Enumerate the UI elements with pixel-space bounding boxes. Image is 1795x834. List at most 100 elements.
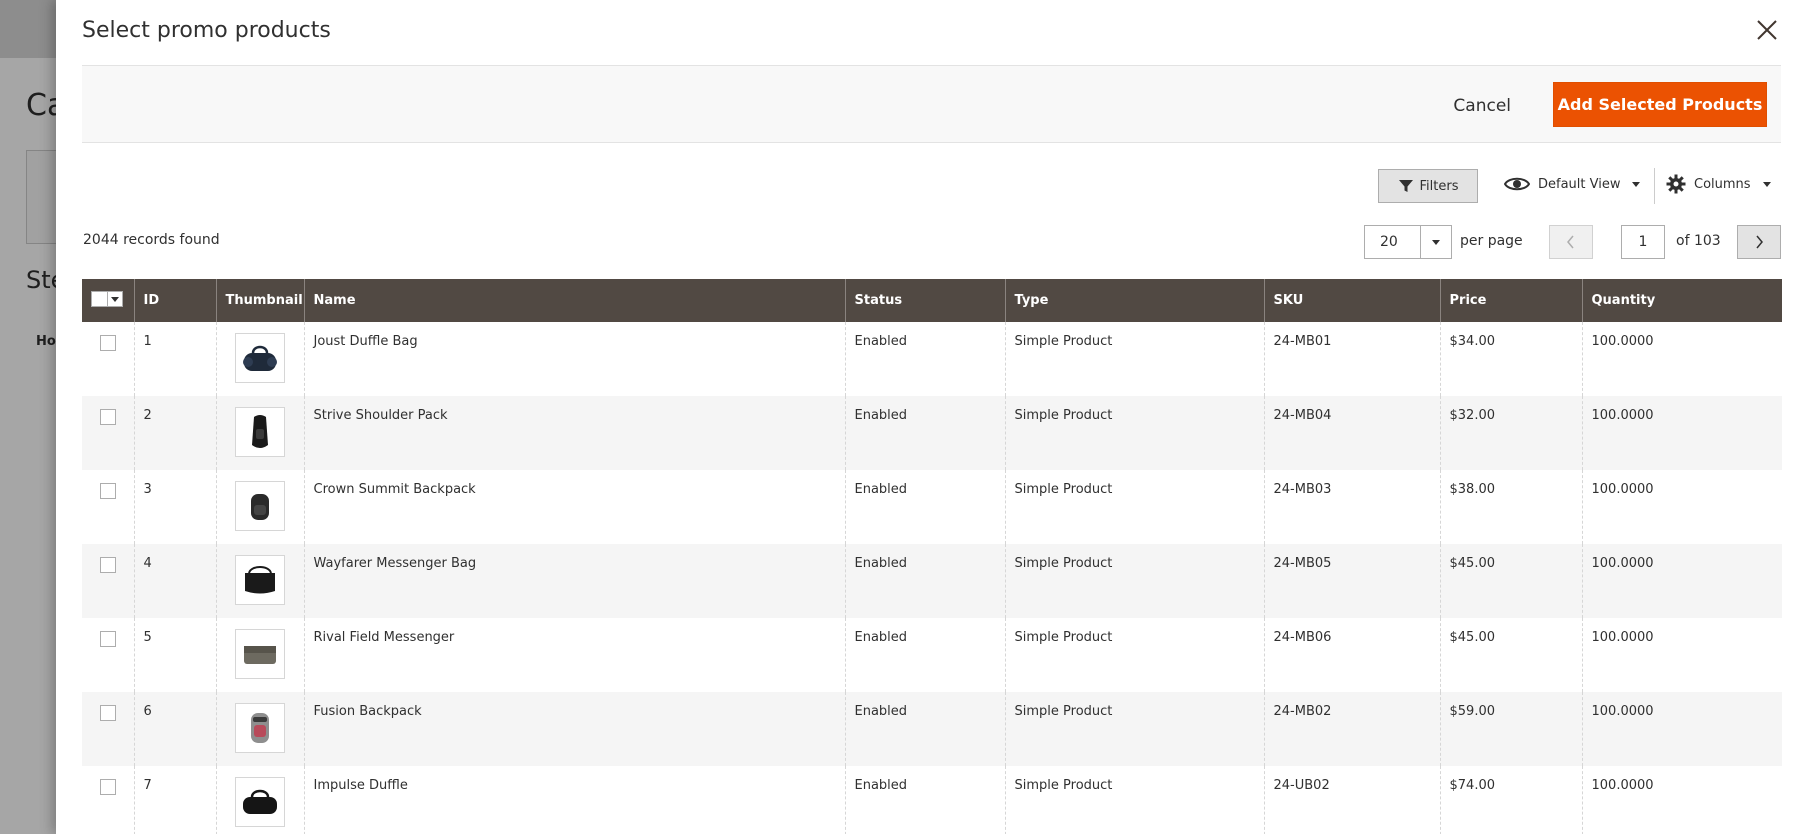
product-thumbnail[interactable]: [234, 555, 285, 605]
cell-type: Simple Product: [1005, 544, 1265, 618]
cell-status: Enabled: [845, 692, 1006, 766]
cell-type: Simple Product: [1005, 396, 1265, 470]
mass-select-checkbox[interactable]: [92, 292, 108, 306]
next-page-button[interactable]: [1737, 225, 1781, 259]
eye-icon: [1504, 177, 1530, 191]
duffle-bag-icon: [242, 345, 277, 371]
cell-quantity: 100.0000: [1582, 396, 1782, 470]
cell-status: Enabled: [845, 618, 1006, 692]
close-icon: [1757, 20, 1777, 40]
toolbar-divider: [1654, 168, 1655, 204]
cell-name: Impulse Duffle: [304, 766, 846, 834]
row-checkbox[interactable]: [100, 409, 116, 425]
row-checkbox[interactable]: [100, 557, 116, 573]
cell-sku: 24-MB04: [1264, 396, 1441, 470]
close-button[interactable]: [1753, 16, 1781, 44]
chevron-down-icon: [1632, 181, 1641, 187]
cell-quantity: 100.0000: [1582, 544, 1782, 618]
column-header-quantity[interactable]: Quantity: [1582, 279, 1782, 322]
cell-name: Rival Field Messenger: [304, 618, 846, 692]
records-found: 2044 records found: [83, 232, 220, 248]
funnel-icon: [1398, 180, 1413, 192]
product-thumbnail[interactable]: [234, 629, 285, 679]
table-row[interactable]: 5 Rival Field Messenger Enabled Simple P…: [82, 618, 1782, 692]
table-row[interactable]: 1 Joust Duffle Bag Enabled Simple Produc…: [82, 322, 1782, 396]
cell-name: Wayfarer Messenger Bag: [304, 544, 846, 618]
table-row[interactable]: 4 Wayfarer Messenger Bag Enabled Simple …: [82, 544, 1782, 618]
product-thumbnail[interactable]: [234, 703, 285, 753]
cell-status: Enabled: [845, 322, 1006, 396]
row-checkbox[interactable]: [100, 483, 116, 499]
default-view-dropdown[interactable]: Default View: [1504, 174, 1641, 194]
table-row[interactable]: 6 Fusion Backpack Enabled Simple Product…: [82, 692, 1782, 766]
per-page-toggle[interactable]: [1420, 226, 1451, 258]
per-page-select[interactable]: 20: [1364, 225, 1452, 259]
row-checkbox[interactable]: [100, 335, 116, 351]
row-checkbox[interactable]: [100, 779, 116, 795]
cell-name: Strive Shoulder Pack: [304, 396, 846, 470]
product-thumbnail[interactable]: [234, 333, 285, 383]
columns-label: Columns: [1694, 176, 1751, 192]
cell-sku: 24-MB05: [1264, 544, 1441, 618]
column-header-id[interactable]: ID: [134, 279, 217, 322]
cell-type: Simple Product: [1005, 618, 1265, 692]
product-thumbnail[interactable]: [234, 481, 285, 531]
cell-quantity: 100.0000: [1582, 692, 1782, 766]
cancel-button[interactable]: Cancel: [1453, 96, 1511, 116]
chevron-down-icon: [111, 296, 119, 302]
cell-name: Fusion Backpack: [304, 692, 846, 766]
per-page-label: per page: [1460, 233, 1523, 249]
product-thumbnail[interactable]: [234, 407, 285, 457]
column-header-type[interactable]: Type: [1005, 279, 1265, 322]
field-messenger-icon: [243, 646, 276, 664]
cell-price: $32.00: [1440, 396, 1583, 470]
cell-price: $34.00: [1440, 322, 1583, 396]
cell-type: Simple Product: [1005, 470, 1265, 544]
row-checkbox[interactable]: [100, 631, 116, 647]
table-row[interactable]: 7 Impulse Duffle Enabled Simple Product …: [82, 766, 1782, 834]
cell-status: Enabled: [845, 766, 1006, 834]
cell-id: 1: [134, 322, 217, 396]
cell-quantity: 100.0000: [1582, 322, 1782, 396]
cell-id: 2: [134, 396, 217, 470]
cell-status: Enabled: [845, 544, 1006, 618]
per-page-value: 20: [1380, 234, 1398, 250]
mass-select-dropdown[interactable]: [91, 291, 123, 307]
cell-price: $74.00: [1440, 766, 1583, 834]
columns-dropdown[interactable]: Columns: [1666, 174, 1771, 194]
cell-type: Simple Product: [1005, 766, 1265, 834]
row-checkbox[interactable]: [100, 705, 116, 721]
cell-type: Simple Product: [1005, 322, 1265, 396]
cell-price: $45.00: [1440, 618, 1583, 692]
cell-sku: 24-MB03: [1264, 470, 1441, 544]
table-row[interactable]: 2 Strive Shoulder Pack Enabled Simple Pr…: [82, 396, 1782, 470]
cell-id: 4: [134, 544, 217, 618]
duffle-icon: [242, 789, 277, 814]
cell-price: $38.00: [1440, 470, 1583, 544]
cell-type: Simple Product: [1005, 692, 1265, 766]
cell-id: 7: [134, 766, 217, 834]
cell-price: $45.00: [1440, 544, 1583, 618]
cell-sku: 24-MB01: [1264, 322, 1441, 396]
cell-quantity: 100.0000: [1582, 766, 1782, 834]
column-header-sku[interactable]: SKU: [1264, 279, 1441, 322]
modal-title: Select promo products: [82, 18, 331, 43]
table-row[interactable]: 3 Crown Summit Backpack Enabled Simple P…: [82, 470, 1782, 544]
grid-header-row: ID Thumbnail Name Status Type SKU Price …: [82, 279, 1782, 322]
column-header-price[interactable]: Price: [1440, 279, 1583, 322]
gear-icon: [1666, 174, 1686, 194]
current-page-input[interactable]: 1: [1621, 225, 1665, 259]
column-header-name[interactable]: Name: [304, 279, 846, 322]
previous-page-button[interactable]: [1549, 225, 1593, 259]
add-selected-products-button[interactable]: Add Selected Products: [1553, 82, 1767, 127]
default-view-label: Default View: [1538, 176, 1621, 192]
filters-button[interactable]: Filters: [1378, 169, 1478, 203]
cell-name: Joust Duffle Bag: [304, 322, 846, 396]
page-total-label: of 103: [1676, 233, 1721, 249]
cell-sku: 24-MB02: [1264, 692, 1441, 766]
column-header-status[interactable]: Status: [845, 279, 1006, 322]
modal-action-bar: Cancel Add Selected Products: [82, 65, 1781, 143]
cell-id: 3: [134, 470, 217, 544]
product-thumbnail[interactable]: [234, 777, 285, 827]
chevron-down-icon: [1762, 181, 1771, 187]
